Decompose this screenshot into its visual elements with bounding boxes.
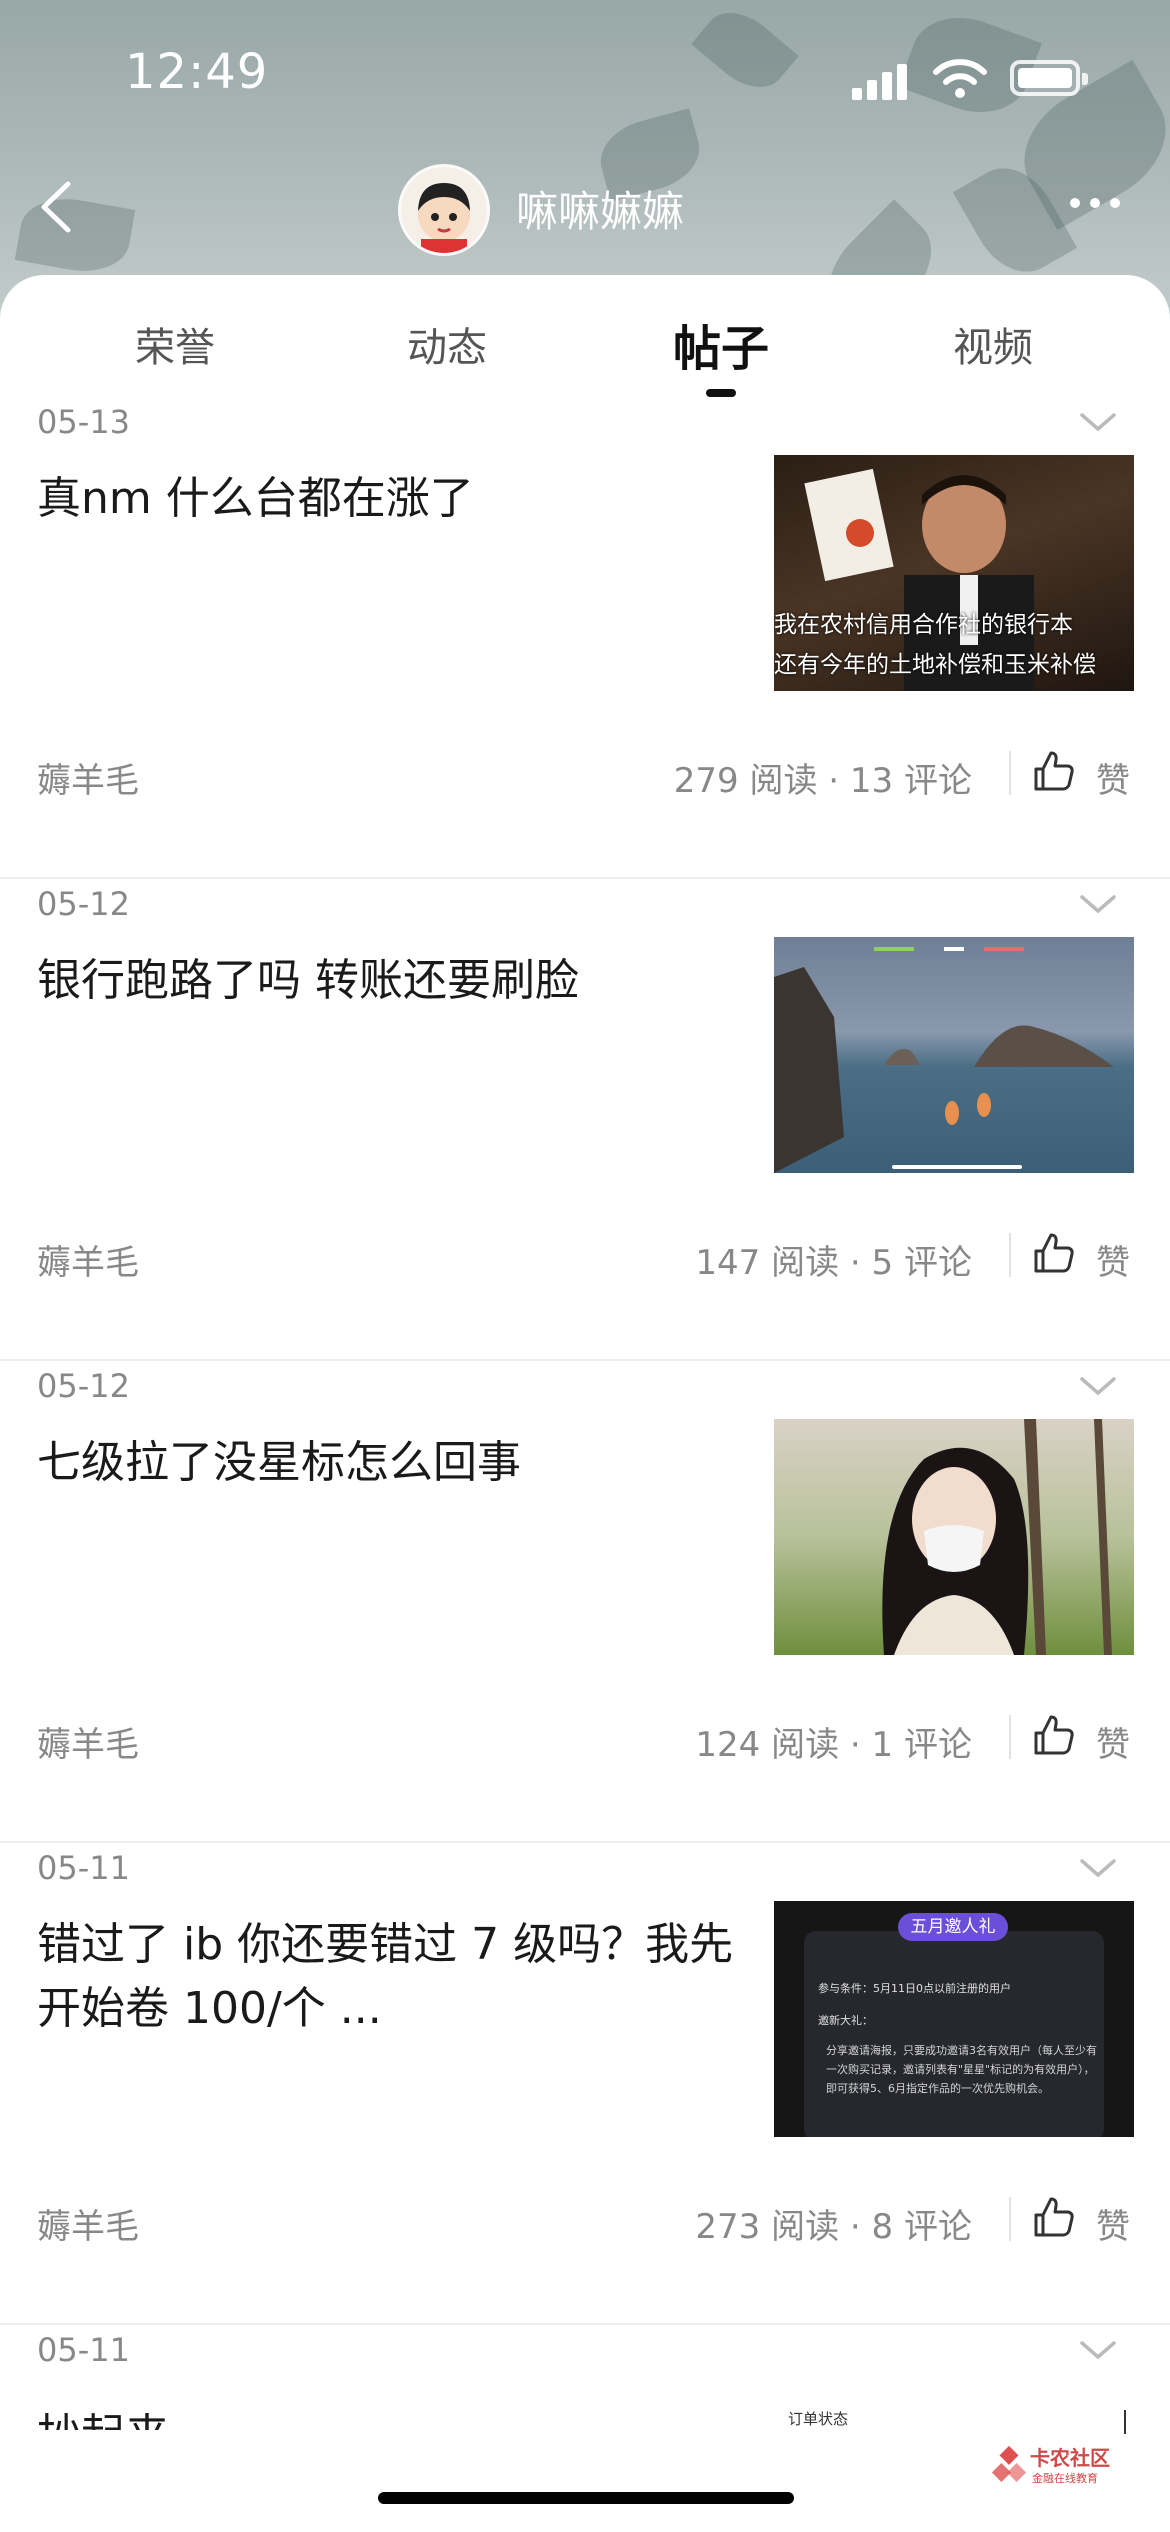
chevron-down-icon[interactable] [1078,1375,1118,1399]
post-source[interactable]: 薅羊毛 [37,1717,139,1766]
thumbs-up-icon[interactable] [1032,2195,1076,2239]
kanong-logo-icon [991,2445,1027,2482]
post-date: 05-11 [37,2331,130,2369]
tab-videos[interactable]: 视频 [893,315,1093,373]
stats-divider [1009,1715,1011,1759]
post-item[interactable]: 05-13 真nm 什么台都在涨了 我在农村信用合作社的银行本 还有今年的土地补… [0,395,1170,879]
promo-text: 分享邀请海报，只要成功邀请3名有效用户（每人至少有一次购买记录，邀请列表有"星星… [826,2044,1097,2095]
tab-activity[interactable]: 动态 [347,315,547,373]
post-source[interactable]: 薅羊毛 [37,753,139,802]
tab-honors[interactable]: 荣誉 [75,315,275,373]
avatar[interactable] [398,164,490,256]
post-title[interactable]: 七级拉了没星标怎么回事 [37,1431,737,1495]
cartoon-face-icon [418,183,470,253]
post-source[interactable]: 薅羊毛 [37,1235,139,1284]
post-source[interactable]: 薅羊毛 [37,2199,139,2248]
post-thumbnail[interactable]: 我在农村信用合作社的银行本 还有今年的土地补偿和玉米补偿 [774,455,1134,691]
like-label[interactable]: 赞 [1096,1717,1130,1766]
post-item[interactable]: 05-12 银行跑路了吗 转账还要刷脸 薅羊毛 147 阅读 · 5 评论 赞 [0,877,1170,1361]
post-date: 05-11 [37,1849,130,1887]
tab-posts[interactable]: 帖子 [621,309,821,379]
content-card: 荣誉 动态 帖子 视频 05-13 真nm 什么台都在涨了 我在农村信用合作社的… [0,275,1170,2532]
promo-text: 邀新大礼： [818,2014,873,2027]
home-indicator[interactable] [378,2492,794,2504]
stats-divider [1009,1233,1011,1277]
back-arrow-icon[interactable] [30,172,90,242]
thumbs-up-icon[interactable] [1032,749,1076,793]
post-thumbnail[interactable] [774,937,1134,1173]
post-title-partial[interactable]: 抄起来 [37,2404,737,2430]
profile-tabs: 荣誉 动态 帖子 视频 [0,275,1170,397]
watermark-logo: 卡农社区 金融在线教育 [990,2440,1160,2490]
post-title[interactable]: 真nm 什么台都在涨了 [37,467,737,531]
post-stats: 273 阅读 · 8 评论 [695,2207,972,2247]
like-label[interactable]: 赞 [1096,753,1130,802]
order-status-label: 订单状态 [788,2410,849,2428]
promo-text: 参与条件：5月11日0点以前注册的用户 [818,1982,1011,1995]
promo-badge: 五月邀人礼 [898,1913,1008,1941]
chevron-down-icon[interactable] [1078,2339,1118,2363]
chevron-down-icon[interactable] [1078,893,1118,917]
post-title[interactable]: 错过了 ib 你还要错过 7 级吗？我先开始卷 100/个 ... [37,1913,737,2041]
post-item[interactable]: 05-11 错过了 ib 你还要错过 7 级吗？我先开始卷 100/个 ... … [0,1841,1170,2325]
watermark-subtitle: 金融在线教育 [1032,2472,1098,2485]
post-stats: 124 阅读 · 1 评论 [695,1725,972,1765]
profile-username: 嘛嘛嫲嫲 [516,187,685,236]
post-item[interactable]: 05-12 七级拉了没星标怎么回事 薅羊毛 124 阅读 · 1 评论 赞 [0,1359,1170,1843]
like-label[interactable]: 赞 [1096,1235,1130,1284]
post-date: 05-12 [37,1367,130,1405]
wifi-icon [933,59,987,98]
post-title[interactable]: 银行跑路了吗 转账还要刷脸 [37,949,737,1013]
more-options-icon[interactable] [1070,198,1130,214]
post-thumbnail[interactable]: 五月邀人礼 参与条件：5月11日0点以前注册的用户 邀新大礼： 分享邀请海报，只… [774,1901,1134,2137]
status-time: 12:49 [125,44,269,100]
portrait-photo-image [882,1419,1112,1655]
post-stats: 147 阅读 · 5 评论 [695,1243,972,1283]
battery-icon [1010,60,1088,96]
nav-bar: 嘛嘛嫲嫲 [0,150,1170,270]
stats-divider [1009,751,1011,795]
like-label[interactable]: 赞 [1096,2199,1130,2248]
post-thumbnail[interactable] [774,1419,1134,1655]
thumb-caption: 我在农村信用合作社的银行本 [774,612,1073,638]
post-stats: 279 阅读 · 13 评论 [673,761,972,801]
vertical-divider [1124,2410,1126,2434]
thumbs-up-icon[interactable] [1032,1231,1076,1275]
stats-divider [1009,2197,1011,2241]
chevron-down-icon[interactable] [1078,1857,1118,1881]
chevron-down-icon[interactable] [1078,411,1118,435]
thumb-caption: 还有今年的土地补偿和玉米补偿 [774,652,1096,678]
cellular-signal-icon [852,60,912,100]
post-date: 05-13 [37,403,130,441]
post-date: 05-12 [37,885,130,923]
watermark-title: 卡农社区 [1030,2446,1110,2470]
game-screenshot-image [774,947,1114,1173]
status-bar: 12:49 [0,0,1170,150]
thumbs-up-icon[interactable] [1032,1713,1076,1757]
